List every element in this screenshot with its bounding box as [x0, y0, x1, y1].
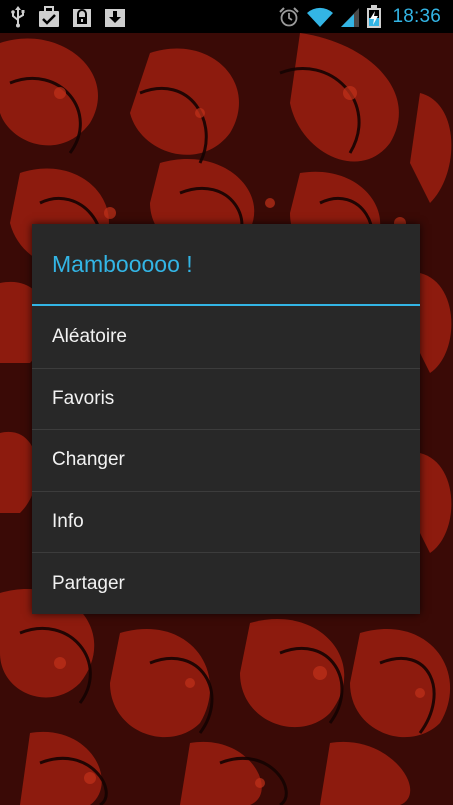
menu-item-aleatoire[interactable]: Aléatoire	[32, 306, 420, 368]
signal-icon	[340, 6, 360, 28]
alarm-icon	[278, 6, 300, 28]
menu-list: Aléatoire Favoris Changer Info Partager	[32, 306, 420, 614]
status-bar: 18:36	[0, 0, 453, 33]
status-clock: 18:36	[392, 5, 441, 27]
menu-dialog: Mambooooo ! Aléatoire Favoris Changer In…	[32, 224, 420, 614]
phone-screen: 18:36 Mambooooo ! Aléatoire Favoris Chan…	[0, 0, 453, 805]
notification-icons	[10, 5, 138, 28]
usb-icon	[10, 5, 26, 28]
wifi-icon	[306, 6, 334, 28]
battery-charging-icon	[366, 4, 382, 29]
checkbox-icon	[38, 5, 60, 28]
lock-icon	[72, 6, 92, 28]
menu-item-partager[interactable]: Partager	[32, 552, 420, 614]
menu-item-info[interactable]: Info	[32, 490, 420, 553]
menu-item-favoris[interactable]: Favoris	[32, 367, 420, 430]
system-icons: 18:36	[272, 4, 441, 29]
download-icon	[104, 6, 126, 28]
menu-item-changer[interactable]: Changer	[32, 429, 420, 491]
dialog-title: Mambooooo !	[52, 250, 193, 277]
